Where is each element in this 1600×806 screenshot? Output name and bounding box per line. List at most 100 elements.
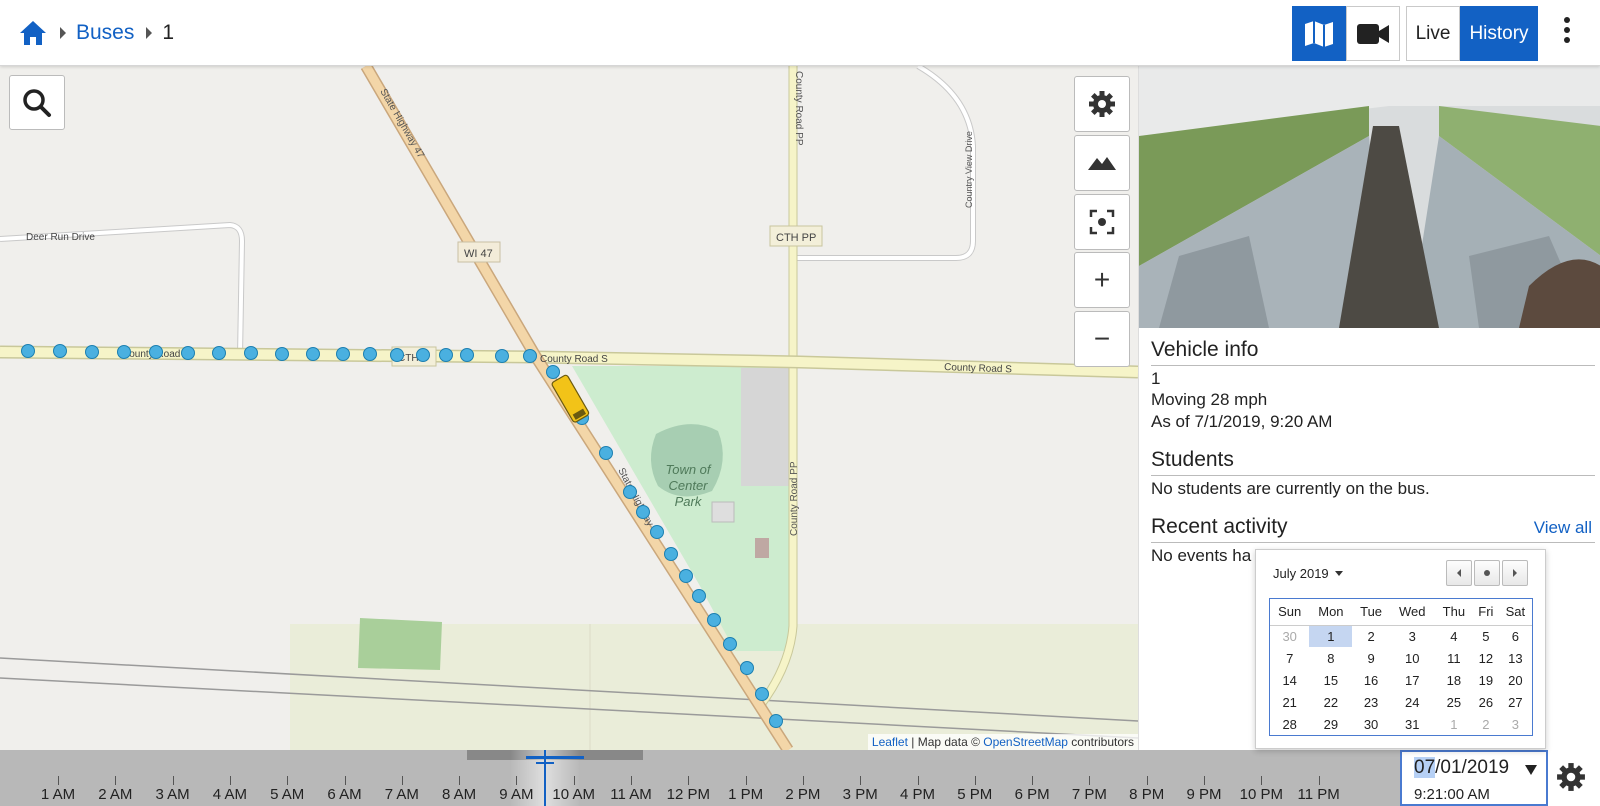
label-county-s-mid: County Road S xyxy=(540,354,608,365)
date-rest: /01/2019 xyxy=(1435,757,1510,778)
zoom-in-button[interactable]: + xyxy=(1074,252,1130,308)
calendar-day[interactable]: 9 xyxy=(1352,647,1389,669)
calendar-day[interactable]: 23 xyxy=(1352,691,1389,713)
calendar-day[interactable]: 13 xyxy=(1499,647,1532,669)
breadcrumb-buses-link[interactable]: Buses xyxy=(76,21,134,45)
calendar-day[interactable]: 3 xyxy=(1499,713,1532,735)
dropdown-arrow-icon[interactable] xyxy=(1525,765,1537,775)
prev-month-button[interactable] xyxy=(1446,560,1472,586)
calendar-day[interactable]: 31 xyxy=(1390,713,1435,735)
calendar-day[interactable]: 6 xyxy=(1499,625,1532,647)
calendar-day[interactable]: 29 xyxy=(1309,713,1352,735)
timeline-selection xyxy=(526,756,584,759)
calendar-day[interactable]: 14 xyxy=(1270,669,1309,691)
calendar-day[interactable]: 2 xyxy=(1473,713,1499,735)
calendar-day[interactable]: 8 xyxy=(1309,647,1352,669)
today-button[interactable] xyxy=(1474,560,1500,586)
calendar-day[interactable]: 24 xyxy=(1390,691,1435,713)
zoom-out-button[interactable]: − xyxy=(1074,311,1130,367)
home-icon[interactable] xyxy=(18,18,48,48)
timeline-hour-label: 5 AM xyxy=(270,786,305,803)
timeline-hour-label: 7 PM xyxy=(1071,786,1107,803)
search-button[interactable] xyxy=(9,75,65,130)
weekday-header: Wed xyxy=(1389,599,1435,626)
calendar-day[interactable]: 15 xyxy=(1309,669,1352,691)
calendar-day[interactable]: 26 xyxy=(1473,691,1499,713)
recenter-icon xyxy=(1089,209,1115,235)
month-select[interactable]: July 2019 xyxy=(1273,566,1343,581)
timeline-hour-label: 11 PM xyxy=(1297,786,1340,803)
calendar-day[interactable]: 2 xyxy=(1352,625,1389,647)
osm-link[interactable]: OpenStreetMap xyxy=(983,735,1068,749)
terrain-layer-button[interactable] xyxy=(1074,135,1130,191)
breadcrumb-current: 1 xyxy=(162,21,175,44)
time-field[interactable]: 9:21:00 AM xyxy=(1414,786,1490,803)
calendar-day[interactable]: 11 xyxy=(1435,647,1473,669)
leaflet-link[interactable]: Leaflet xyxy=(872,735,908,749)
datetime-input[interactable]: 07/01/2019 9:21:00 AM xyxy=(1400,750,1548,806)
live-button[interactable]: Live xyxy=(1406,6,1460,61)
timeline-hour-label: 7 AM xyxy=(384,786,419,803)
breadcrumb: Buses 1 xyxy=(18,0,174,66)
timeline-settings-button[interactable] xyxy=(1556,762,1586,792)
timeline-tick xyxy=(917,776,919,785)
label-park-1: Town of xyxy=(665,462,711,477)
next-month-button[interactable] xyxy=(1502,560,1528,586)
history-timeline[interactable]: 1 AM 2 AM 3 AM 4 AM 5 AM 6 AM 7 AM 8 AM 9 AM 10 A… xyxy=(0,750,1400,806)
label-park-3: Park xyxy=(675,494,703,509)
timeline-cursor-cap xyxy=(536,762,554,764)
timeline-cursor[interactable] xyxy=(544,750,546,806)
calendar-day[interactable]: 28 xyxy=(1270,713,1309,735)
calendar-day[interactable]: 7 xyxy=(1270,647,1309,669)
calendar-day[interactable]: 4 xyxy=(1435,625,1473,647)
divider xyxy=(1151,365,1595,366)
calendar-day[interactable]: 27 xyxy=(1499,691,1532,713)
timeline-hour-label: 11 AM xyxy=(610,786,652,803)
search-icon xyxy=(23,88,51,117)
timeline-tick xyxy=(1204,776,1205,785)
timeline-hour-label: 9 AM xyxy=(499,786,534,803)
calendar-day[interactable]: 10 xyxy=(1390,647,1435,669)
date-picker-popup[interactable]: July 2019 Sun Mon Tue Wed Thu Fri Sat 30 1 2 3 4 5 6… xyxy=(1255,549,1546,749)
calendar-day[interactable]: 30 xyxy=(1270,625,1309,647)
history-button[interactable]: History xyxy=(1460,6,1538,61)
calendar-day[interactable]: 30 xyxy=(1352,713,1389,735)
calendar-day[interactable]: 1 xyxy=(1435,713,1473,735)
calendar-day[interactable]: 22 xyxy=(1309,691,1352,713)
app-header: Buses 1 Live History xyxy=(0,0,1600,66)
calendar-day[interactable]: 20 xyxy=(1499,669,1532,691)
label-wi47: WI 47 xyxy=(464,248,493,260)
date-month-segment[interactable]: 07 xyxy=(1414,757,1436,778)
map-base: Deer Run Drive State Highway 47 WI 47 Co… xyxy=(0,66,1138,750)
timeline-hour-label: 1 PM xyxy=(728,786,764,803)
timeline-tick xyxy=(1032,776,1034,785)
calendar-day[interactable]: 21 xyxy=(1270,691,1309,713)
calendar-day[interactable]: 1 xyxy=(1309,625,1353,647)
calendar-day[interactable]: 5 xyxy=(1473,625,1499,647)
calendar-day[interactable]: 12 xyxy=(1473,647,1499,669)
kebab-menu-icon[interactable] xyxy=(1560,17,1574,47)
camera-feed[interactable] xyxy=(1139,66,1600,328)
timeline-hour-label: 6 AM xyxy=(327,786,362,803)
month-label: July 2019 xyxy=(1273,566,1329,581)
timeline-hour-label: 10 PM xyxy=(1239,786,1283,803)
calendar-day[interactable]: 17 xyxy=(1390,669,1435,691)
calendar-day[interactable]: 18 xyxy=(1435,669,1473,691)
date-field[interactable]: 07/01/2019 xyxy=(1414,757,1509,779)
calendar-day[interactable]: 25 xyxy=(1435,691,1473,713)
terrain-icon xyxy=(1088,157,1116,170)
calendar-day[interactable]: 19 xyxy=(1473,669,1499,691)
recenter-button[interactable] xyxy=(1074,194,1130,250)
calendar-day[interactable]: 16 xyxy=(1352,669,1389,691)
attribution-text-end: contributors xyxy=(1067,735,1134,749)
camera-view-button[interactable] xyxy=(1346,6,1400,61)
vehicle-status: Moving 28 mph xyxy=(1151,390,1268,409)
map-view[interactable]: Deer Run Drive State Highway 47 WI 47 Co… xyxy=(0,66,1138,750)
map-settings-button[interactable] xyxy=(1074,76,1130,132)
view-all-link[interactable]: View all xyxy=(1534,518,1592,538)
timeline-tick xyxy=(401,776,403,785)
map-view-button[interactable] xyxy=(1292,6,1346,61)
vehicle-name: 1 xyxy=(1151,369,1161,388)
calendar-day[interactable]: 3 xyxy=(1390,625,1435,647)
timeline-hour-label: 1 AM xyxy=(40,786,76,803)
